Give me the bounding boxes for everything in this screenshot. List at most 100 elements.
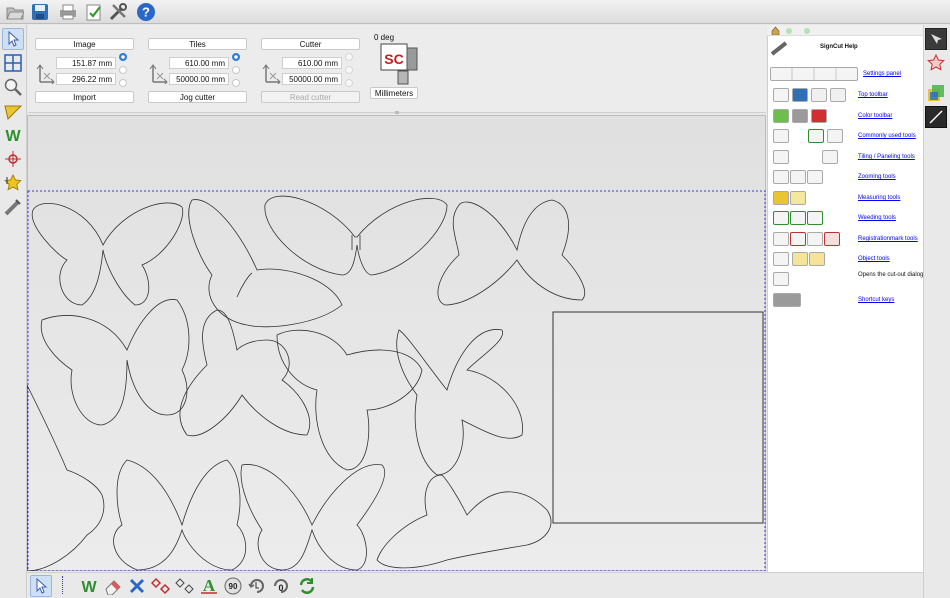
- dimension-arrows-icon: [261, 62, 281, 86]
- regmark-icon[interactable]: [2, 148, 24, 170]
- rotate-90-icon[interactable]: 90: [222, 575, 244, 597]
- weed-s-icon: [807, 211, 823, 225]
- jog-cutter-button[interactable]: Jog cutter: [148, 91, 247, 103]
- measure-icon: [773, 191, 789, 205]
- help-link-zooming[interactable]: Zooming tools: [858, 174, 896, 180]
- tiling-icon: [822, 150, 838, 164]
- line-tool-icon[interactable]: [925, 106, 947, 128]
- svg-text:90: 90: [229, 582, 238, 591]
- read-cutter-button[interactable]: Read cutter: [261, 91, 360, 103]
- weed-icon[interactable]: W: [78, 575, 100, 597]
- butterfly-shape: [376, 474, 552, 569]
- svg-text:W: W: [5, 128, 21, 143]
- weed-icon[interactable]: W: [2, 124, 24, 146]
- save-icon: [792, 88, 808, 102]
- save-icon[interactable]: [29, 1, 51, 23]
- svg-text:0: 0: [278, 583, 283, 593]
- regmark-nodes-icon: [807, 232, 823, 246]
- butterfly-shape: [437, 199, 585, 306]
- text-icon[interactable]: A: [198, 575, 220, 597]
- help-link-top-toolbar[interactable]: Top toolbar: [858, 92, 888, 98]
- image-height-field[interactable]: 296.22 mm: [56, 73, 116, 85]
- checklist-icon[interactable]: [83, 1, 105, 23]
- cutter-radio-2[interactable]: [345, 66, 353, 74]
- regmark-icon[interactable]: [150, 575, 172, 597]
- star-icon: [809, 252, 825, 266]
- weed-h-icon: [773, 211, 789, 225]
- cutter-height-field[interactable]: 50000.00 mm: [282, 73, 342, 85]
- tiles-radio-2[interactable]: [232, 66, 240, 74]
- back-icon[interactable]: [786, 28, 792, 34]
- measure-icon[interactable]: [2, 100, 24, 122]
- butterfly-shape: [113, 459, 247, 571]
- pointer-icon: [773, 129, 789, 143]
- cutter-radio-1[interactable]: [345, 53, 353, 61]
- help-link-color-toolbar[interactable]: Color toolbar: [858, 113, 892, 119]
- print-icon[interactable]: [57, 1, 79, 23]
- pointer-icon[interactable]: [30, 575, 52, 597]
- object-star-icon: [792, 252, 808, 266]
- tiles-width-field[interactable]: 610.00 mm: [169, 57, 229, 69]
- butterfly-shape: [396, 329, 523, 476]
- cutter-title: Cutter: [261, 38, 360, 50]
- forward-icon[interactable]: [804, 28, 810, 34]
- help-link-shortcut-keys[interactable]: Shortcut keys: [858, 297, 894, 303]
- help-title: SignCut Help: [820, 44, 858, 50]
- svg-text:W: W: [81, 579, 97, 594]
- help-link-tiling[interactable]: Tiling / Paneling tools: [858, 154, 915, 160]
- help-link-settings[interactable]: Settings panel: [863, 71, 901, 77]
- help-link-object-tools[interactable]: Object tools: [858, 256, 890, 262]
- select-node-icon[interactable]: [925, 28, 947, 50]
- cutter-knife-icon[interactable]: [2, 196, 24, 218]
- cutter-knife-icon: [770, 40, 790, 56]
- regmark-diamond-icon: [790, 232, 806, 246]
- tiles-height-field[interactable]: 50000.00 mm: [169, 73, 229, 85]
- signcut-logo[interactable]: SC: [378, 42, 420, 86]
- import-button[interactable]: Import: [35, 91, 134, 103]
- help-icon[interactable]: ?: [135, 1, 157, 23]
- zoom-icon[interactable]: [2, 76, 24, 98]
- nodes-icon[interactable]: [174, 575, 196, 597]
- toolbar-separator: [62, 576, 63, 594]
- zoom-icon: [773, 170, 789, 184]
- cutter-width-field[interactable]: 610.00 mm: [282, 57, 342, 69]
- tools-icon[interactable]: [107, 1, 129, 23]
- star-outline-icon[interactable]: [925, 52, 947, 74]
- media-boundary: [27, 190, 766, 571]
- butterfly-shape: [188, 199, 343, 328]
- measure-cross-icon: [790, 191, 806, 205]
- open-folder-icon[interactable]: [4, 1, 26, 23]
- cutter-radio-3[interactable]: [345, 79, 353, 87]
- help-link-regmarks[interactable]: Registrationmark tools: [858, 236, 918, 242]
- help-link-common-tools[interactable]: Commonly used tools: [858, 133, 916, 139]
- help-link-weeding[interactable]: Weeding tools: [858, 215, 896, 221]
- eraser-icon[interactable]: [102, 575, 124, 597]
- layers-color-icon[interactable]: [925, 82, 947, 104]
- home-icon[interactable]: [771, 26, 780, 36]
- image-width-field[interactable]: 151.87 mm: [56, 57, 116, 69]
- pointer-icon: [773, 150, 789, 164]
- pointer-icon[interactable]: [2, 28, 24, 50]
- units-button[interactable]: Millimeters: [370, 87, 418, 99]
- cross-icon[interactable]: [126, 575, 148, 597]
- refresh-icon[interactable]: [296, 575, 318, 597]
- image-radio-1[interactable]: [119, 53, 127, 61]
- object-star-icon[interactable]: [2, 172, 24, 194]
- rotate-0-icon[interactable]: 0: [270, 575, 292, 597]
- help-link-measuring[interactable]: Measuring tools: [858, 195, 900, 201]
- cut-design[interactable]: [27, 115, 766, 571]
- image-radio-3[interactable]: [119, 79, 127, 87]
- svg-text:?: ?: [142, 5, 150, 20]
- rotate-icon[interactable]: [246, 575, 268, 597]
- tiles-radio-3[interactable]: [232, 79, 240, 87]
- tiles-radio-1[interactable]: [232, 53, 240, 61]
- dimension-arrows-icon: [35, 62, 55, 86]
- pen-icon: [811, 88, 827, 102]
- image-radio-2[interactable]: [119, 66, 127, 74]
- rotation-label: 0 deg: [374, 33, 395, 42]
- tiling-icon[interactable]: [2, 52, 24, 74]
- butterfly-shape: [27, 384, 105, 571]
- dimension-arrows-icon: [148, 62, 168, 86]
- panel-resize-handle[interactable]: [395, 111, 399, 114]
- help-text-cutout: Opens the cut-out dialog: [858, 272, 924, 278]
